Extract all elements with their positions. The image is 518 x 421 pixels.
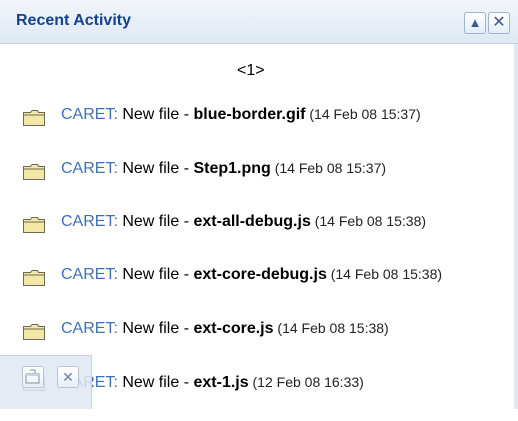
collapse-button[interactable]: ▲: [464, 12, 486, 34]
list-item: CARET: New file - ext-all-debug.js (14 F…: [0, 210, 514, 260]
timestamp: (14 Feb 08 15:38): [326, 266, 443, 282]
file-name[interactable]: blue-border.gif: [193, 106, 305, 123]
activity-action: New file -: [117, 374, 194, 391]
activity-action: New file -: [117, 266, 194, 283]
panel-title: Recent Activity: [16, 12, 131, 29]
minimized-window-dock: ✕: [0, 355, 92, 409]
activity-text: CARET: New file - Step1.png (14 Feb 08 1…: [61, 157, 504, 180]
timestamp: (14 Feb 08 15:37): [305, 106, 421, 122]
activity-action: New file -: [117, 213, 194, 230]
close-button[interactable]: ✕: [488, 12, 510, 34]
pager-prev-link[interactable]: <: [237, 62, 246, 79]
collapse-up-icon: ▲: [468, 15, 482, 30]
recent-activity-panel: Recent Activity ▲ ✕ <1> CARET: New file …: [0, 0, 518, 409]
pager: <1>: [237, 62, 265, 80]
timestamp: (14 Feb 08 15:38): [310, 213, 427, 229]
file-name[interactable]: ext-core-debug.js: [193, 266, 326, 283]
timestamp: (14 Feb 08 15:37): [270, 160, 387, 176]
list-item: CARET: New file - blue-border.gif (14 Fe…: [0, 103, 514, 153]
activity-text: CARET: New file - ext-1.js (12 Feb 08 16…: [61, 371, 504, 394]
activity-text: CARET: New file - ext-core.js (14 Feb 08…: [61, 317, 504, 340]
creator-link[interactable]: CARET:: [61, 320, 118, 337]
folder-icon: [23, 217, 45, 233]
restore-window-button[interactable]: [22, 366, 44, 388]
pager-current-page[interactable]: 1: [246, 62, 255, 79]
file-name[interactable]: Step1.png: [193, 160, 270, 177]
file-name[interactable]: ext-1.js: [193, 374, 248, 391]
activity-text: CARET: New file - blue-border.gif (14 Fe…: [61, 103, 504, 126]
file-name[interactable]: ext-core.js: [193, 320, 273, 337]
creator-link[interactable]: CARET:: [61, 266, 118, 283]
file-name[interactable]: ext-all-debug.js: [193, 213, 310, 230]
close-icon: ✕: [62, 369, 74, 385]
activity-action: New file -: [117, 320, 194, 337]
creator-link[interactable]: CARET:: [61, 160, 118, 177]
folder-icon: [23, 110, 45, 126]
list-item: CARET: New file - Step1.png (14 Feb 08 1…: [0, 157, 514, 207]
panel-header[interactable]: Recent Activity ▲ ✕: [0, 0, 518, 44]
folder-icon: [23, 164, 45, 180]
folder-icon: [23, 324, 45, 340]
creator-link[interactable]: CARET:: [61, 213, 118, 230]
timestamp: (12 Feb 08 16:33): [248, 374, 364, 390]
activity-text: CARET: New file - ext-all-debug.js (14 F…: [61, 210, 504, 233]
activity-action: New file -: [117, 106, 194, 123]
pager-next-link[interactable]: >: [255, 62, 264, 79]
creator-link[interactable]: CARET:: [61, 106, 118, 123]
dock-close-button[interactable]: ✕: [57, 366, 79, 388]
list-item: CARET: New file - ext-core-debug.js (14 …: [0, 263, 514, 313]
restore-window-icon: [25, 369, 40, 384]
activity-action: New file -: [117, 160, 194, 177]
folder-icon: [23, 270, 45, 286]
panel-border: [514, 44, 518, 409]
timestamp: (14 Feb 08 15:38): [273, 320, 389, 336]
close-icon: ✕: [492, 14, 506, 31]
activity-text: CARET: New file - ext-core-debug.js (14 …: [61, 263, 504, 286]
